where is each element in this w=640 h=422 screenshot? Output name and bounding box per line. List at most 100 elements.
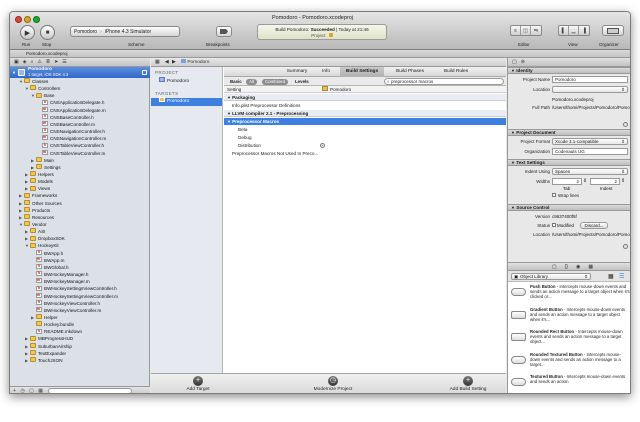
version-editor-icon[interactable]: ⇆ <box>531 26 541 35</box>
tab-summary[interactable]: Summary <box>282 67 312 77</box>
back-icon[interactable]: ◀ <box>165 60 169 65</box>
stop-button[interactable]: ■ <box>40 25 55 40</box>
indent-using-popup[interactable]: Spaces ⇕ <box>552 168 628 175</box>
project-name-field[interactable]: Pomodoro <box>552 76 628 83</box>
related-files-icon[interactable]: ▦ <box>155 60 160 65</box>
media-library-icon[interactable]: ▦ <box>588 264 593 270</box>
icon-view-icon[interactable]: ▦ <box>608 273 614 280</box>
document-tab[interactable]: Pomodoro.xcodeproj <box>10 50 630 58</box>
navigator-item[interactable]: ▶ SuburbanAirship <box>10 342 72 350</box>
library-popup[interactable]: ▣ Object Library ⇕ <box>511 273 591 280</box>
symbol-navigator-icon[interactable]: ◈ <box>23 59 27 65</box>
text-settings-section-header[interactable]: ▼ Text Settings <box>508 159 630 166</box>
standard-editor-icon[interactable]: ≡ <box>511 26 521 35</box>
location-popup[interactable]: ⇕ <box>552 86 628 93</box>
settings-row-selected[interactable]: ▼ Preprocessor Macros <box>224 118 506 125</box>
navigator-item[interactable]: CNSNavigationController.m <box>10 134 106 142</box>
identity-section-header[interactable]: ▼ Identity <box>508 67 630 74</box>
navigator-item[interactable]: CNSTableViewController.m <box>10 149 105 157</box>
navigator-item[interactable]: ▼ Vendor <box>10 221 47 228</box>
indent-width-stepper-icon[interactable]: ⇕ <box>621 178 625 184</box>
breakpoint-navigator-icon[interactable]: ➤ <box>54 59 58 65</box>
settings-sub-row[interactable]: Distribution + <box>224 142 506 149</box>
library-item[interactable]: Rounded Rect Button - Intercepts mouse-d… <box>508 327 630 351</box>
search-navigator-icon[interactable]: ⌕ <box>31 59 34 65</box>
settings-group-row[interactable]: ▼ LLVM compiler 2.1 - Preprocessing <box>224 110 506 117</box>
target-list-item-selected[interactable]: Pomodoro <box>151 97 222 106</box>
forward-icon[interactable]: ▶ <box>172 60 176 65</box>
navigator-item[interactable]: ▶ TextExpander <box>10 349 66 357</box>
navigator-item[interactable]: BWHockeyManager.m <box>10 277 90 285</box>
navigator-item[interactable]: BWHockeyManager.h <box>10 270 88 278</box>
object-library-icon[interactable]: ◉ <box>576 264 580 270</box>
settings-group-row[interactable]: ▼ Packaging <box>224 94 506 101</box>
settings-row[interactable]: Preprocessor Macros Not Used In Preco... <box>224 150 506 157</box>
navigator-toggle-icon[interactable]: ▌ <box>559 26 569 35</box>
source-control-section-header[interactable]: ▼ Source Control <box>508 204 630 211</box>
zoom-window-button[interactable] <box>33 16 40 23</box>
debug-navigator-icon[interactable]: ≣ <box>46 59 50 65</box>
utilities-toggle-icon[interactable]: ▐ <box>579 26 589 35</box>
navigator-item[interactable]: Hockey.bundle <box>10 321 74 328</box>
navigator-item[interactable]: ▶ MBProgressHUD <box>10 335 73 342</box>
organization-field[interactable]: Codenauts UG <box>552 148 628 155</box>
tab-width-field[interactable]: 2 <box>552 178 582 185</box>
navigator-item[interactable]: CNSApplicationDelegate.m <box>10 106 106 114</box>
navigator-item[interactable]: ▼ Controllers <box>10 85 60 92</box>
settings-sub-row[interactable]: Debug <box>224 134 506 141</box>
navigator-filter-input[interactable] <box>48 387 133 393</box>
navigator-item[interactable]: BWHockeySettingsViewController.h <box>10 285 117 292</box>
library-item[interactable]: Textured Button - Intercepts mouse-down … <box>508 372 630 393</box>
navigator-item[interactable]: ▼ HockeyKit <box>10 242 59 249</box>
filter-levels-button[interactable]: Levels <box>292 79 312 85</box>
navigator-item[interactable]: ▶ Models <box>10 178 53 185</box>
navigator-item[interactable]: CNSNavigationController.h <box>10 127 105 135</box>
navigator-item[interactable]: README.mkdown <box>10 328 82 335</box>
settings-row[interactable]: Info.plist Preprocessor Definitions <box>224 102 506 109</box>
navigator-item[interactable]: ▶ Settings <box>10 164 61 171</box>
navigator-item[interactable]: CNSBaseController.h <box>10 113 94 121</box>
scheme-popup[interactable]: Pomodoro › iPhone 4.3 Simulator <box>70 26 180 37</box>
navigator-item[interactable]: BWHockeyViewController.h <box>10 299 100 307</box>
breakpoints-button[interactable] <box>216 26 232 37</box>
navigator-item[interactable]: ▶ DropboxSDK <box>10 235 65 242</box>
run-button[interactable]: ▶ <box>20 25 35 40</box>
navigator-item[interactable]: BWHockeySettingsViewController.m <box>10 292 118 300</box>
discard-button[interactable]: Discard... <box>580 222 608 229</box>
navigator-item[interactable]: ▶ Views <box>10 185 50 192</box>
unsaved-files-icon[interactable]: ▢ <box>29 388 34 393</box>
tab-build-settings[interactable]: Build Settings <box>340 67 384 77</box>
organizer-button[interactable] <box>602 25 624 36</box>
debug-area-toggle-icon[interactable]: ▁ <box>569 26 579 35</box>
settings-sub-row[interactable]: Beta <box>224 126 506 133</box>
tab-info[interactable]: Info <box>316 67 336 77</box>
jump-bar[interactable]: ▦ ◀ ▶ Pomodoro <box>151 58 506 67</box>
minimize-window-button[interactable] <box>24 16 31 23</box>
project-navigator-icon[interactable]: ▣ <box>14 59 19 65</box>
add-target-button[interactable]: + Add Target <box>173 376 223 392</box>
project-format-popup[interactable]: Xcode 3.1-compatible ⇕ <box>552 138 628 145</box>
filter-basic-button[interactable]: Basic <box>227 79 245 85</box>
scm-reveal-icon[interactable] <box>623 244 628 249</box>
library-item[interactable]: Rounded Textured Button - Intercepts mou… <box>508 349 630 374</box>
add-condition-icon[interactable]: + <box>320 143 325 148</box>
tab-build-rules[interactable]: Build Rules <box>436 67 476 77</box>
reveal-in-finder-icon[interactable] <box>623 122 628 127</box>
navigator-item[interactable]: CNSApplicationDelegate.h <box>10 99 104 106</box>
filter-all-button[interactable]: All <box>246 79 257 85</box>
project-document-section-header[interactable]: ▼ Project Document <box>508 129 630 136</box>
navigator-item[interactable]: ▼ Base <box>10 92 54 99</box>
jump-bar-project[interactable]: Pomodoro <box>187 60 209 65</box>
navigator-item[interactable]: ▶ Other Sources <box>10 199 62 207</box>
modernize-project-button[interactable]: ◷ Modernize Project <box>303 376 363 392</box>
add-build-setting-button[interactable]: + Add Build Setting <box>437 376 499 392</box>
navigator-project-root[interactable]: ▼ Pomodoro 1 target, iOS SDK 4.3 <box>10 67 150 78</box>
navigator-item[interactable]: ▼ Classes <box>10 78 48 85</box>
file-template-library-icon[interactable]: ▢ <box>552 264 557 270</box>
editor-mode-control[interactable]: ≡ ◫ ⇆ <box>510 25 542 36</box>
build-settings-search-input[interactable]: ⌕ preprocessor macros <box>384 78 504 85</box>
navigator-item[interactable]: ▶ TouchJSON <box>10 357 63 364</box>
navigator-item[interactable]: CNSBaseController.m <box>10 120 95 128</box>
indent-width-field[interactable]: 2 <box>590 178 620 185</box>
view-control[interactable]: ▌ ▁ ▐ <box>558 25 590 36</box>
